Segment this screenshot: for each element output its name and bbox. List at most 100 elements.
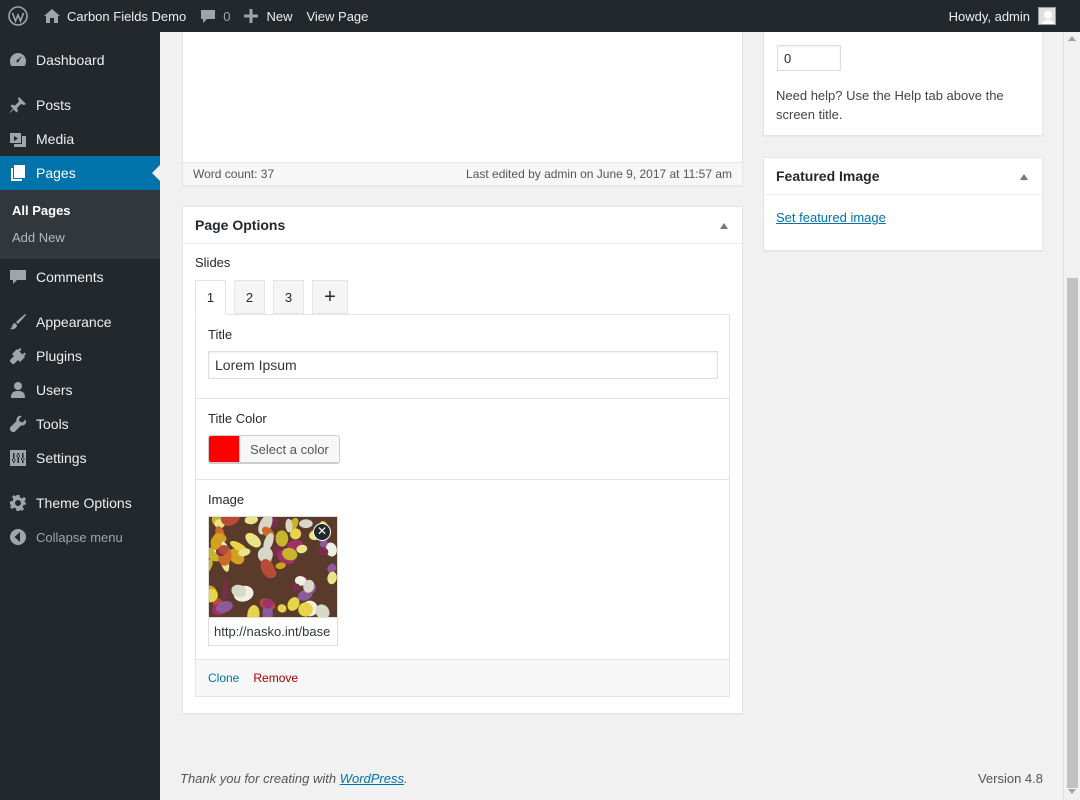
sidebar-item-comments[interactable]: Comments [0,260,160,294]
sidebar-item-label: Pages [36,165,76,181]
set-featured-image-link[interactable]: Set featured image [776,210,886,225]
new-content-link[interactable]: New [237,0,299,32]
page-options-header[interactable]: Page Options [183,207,742,244]
sidebar-item-posts[interactable]: Posts [0,88,160,122]
sidebar-item-tools[interactable]: Tools [0,407,160,441]
add-slide-button[interactable]: + [312,280,348,314]
title-field-label: Title [208,327,233,342]
order-label: Order [776,22,812,31]
remove-link[interactable]: Remove [253,671,298,685]
greeting: Howdy, admin [948,8,1030,24]
word-count: Word count: 37 [193,167,275,181]
remove-image-icon[interactable]: ✕ [313,523,331,541]
sidebar-item-label: Theme Options [36,495,132,511]
image-field-label: Image [208,492,245,507]
help-text: Need help? Use the Help tab above the sc… [776,88,1004,122]
sidebar-item-pages[interactable]: Pages [0,156,160,190]
sidebar-item-label: Users [36,382,73,398]
comments-count: 0 [223,8,231,24]
scroll-up-arrow-icon[interactable] [1068,36,1076,41]
sidebar-item-label: Appearance [36,314,112,330]
toggle-arrow-icon[interactable] [720,223,728,229]
comments-link[interactable]: 0 [193,0,237,32]
gear-icon [9,494,27,512]
media-icon [9,130,27,148]
last-edited: Last edited by admin on June 9, 2017 at … [466,167,732,181]
sidebar-item-label: Settings [36,450,87,466]
slide-tab-3[interactable]: 3 [273,280,304,314]
featured-image-title: Featured Image [776,168,880,184]
pages-submenu: All Pages Add New [0,190,160,259]
home-icon [44,9,60,23]
comment-bubble-icon [201,10,216,23]
featured-image-metabox: Featured Image Set featured image [763,157,1043,251]
slide-tab-2[interactable]: 2 [234,280,265,314]
featured-image-header[interactable]: Featured Image [764,158,1042,195]
clone-link[interactable]: Clone [208,671,239,685]
submenu-add-new[interactable]: Add New [0,224,160,251]
sidebar-item-settings[interactable]: Settings [0,441,160,475]
plus-icon [244,9,259,23]
title-color-field: Title Color Select a color [196,399,729,480]
title-field: Title Lorem Ipsum [196,315,729,399]
collapse-menu-label: Collapse menu [36,529,123,545]
image-preview[interactable]: ✕ http://nasko.int/base [208,516,338,646]
content-editor: Word count: 37 Last edited by admin on J… [182,32,743,186]
sidebar-item-label: Media [36,131,75,147]
footer-thanks-suffix: . [404,771,408,786]
footer-version: Version 4.8 [977,771,1043,786]
sidebar-item-dashboard[interactable]: Dashboard [0,43,160,77]
image-url-field[interactable]: http://nasko.int/base [209,617,337,645]
scroll-down-arrow-icon[interactable] [1068,789,1076,794]
brush-icon [9,313,27,331]
slide-tab-1[interactable]: 1 [195,280,226,315]
pin-icon [9,96,27,114]
new-label: New [266,8,293,24]
color-swatch [209,436,239,462]
site-name: Carbon Fields Demo [67,8,187,24]
plug-icon [9,347,27,365]
slides-label: Slides [195,255,231,270]
site-name-link[interactable]: Carbon Fields Demo [36,0,193,32]
color-picker-button[interactable]: Select a color [208,435,340,463]
slide-panel: Title Lorem Ipsum Title Color Select a c… [195,314,730,697]
user-icon [9,381,27,399]
page-attributes-metabox: Order 0 Need help? Use the Help tab abov… [763,22,1043,136]
sidebar-item-label: Plugins [36,348,82,364]
leaf-shape [299,519,313,529]
sidebar-item-plugins[interactable]: Plugins [0,339,160,373]
editor-content-area[interactable] [183,32,742,162]
submenu-all-pages[interactable]: All Pages [0,197,160,224]
title-input[interactable]: Lorem Ipsum [208,351,718,379]
sidebar-item-media[interactable]: Media [0,122,160,156]
sidebar-item-users[interactable]: Users [0,373,160,407]
admin-bar: Carbon Fields Demo 0 New View Page Howdy… [0,0,1080,32]
toggle-arrow-icon[interactable] [1020,174,1028,180]
order-input[interactable]: 0 [777,45,841,71]
pages-icon [9,164,27,182]
wordpress-link[interactable]: WordPress [340,771,404,786]
sidebar-item-theme-options[interactable]: Theme Options [0,486,160,520]
title-color-label: Title Color [208,411,267,426]
collapse-arrow-icon [9,528,27,546]
sidebar-item-appearance[interactable]: Appearance [0,305,160,339]
footer-thanks-prefix: Thank you for creating with [180,771,340,786]
my-account-link[interactable]: Howdy, admin [942,0,1080,32]
wrench-icon [9,415,27,433]
settings-icon [9,449,27,467]
wordpress-logo-icon[interactable] [0,0,36,32]
page-options-metabox: Page Options Slides 1 2 3 + Title Lorem … [182,206,743,714]
sidebar-item-label: Posts [36,97,72,113]
slides-tabs: 1 2 3 + [195,280,356,315]
page-options-title: Page Options [195,217,286,233]
editor-status-bar: Word count: 37 Last edited by admin on J… [183,162,742,185]
comment-icon [9,268,27,286]
view-page-label: View Page [306,8,369,24]
avatar [1038,7,1056,25]
view-page-link[interactable]: View Page [299,0,375,32]
dashboard-icon [9,51,27,69]
page-scrollbar[interactable] [1063,32,1080,800]
collapse-menu-button[interactable]: Collapse menu [0,520,160,554]
scroll-thumb[interactable] [1067,278,1078,788]
sidebar-item-label: Tools [36,416,69,432]
